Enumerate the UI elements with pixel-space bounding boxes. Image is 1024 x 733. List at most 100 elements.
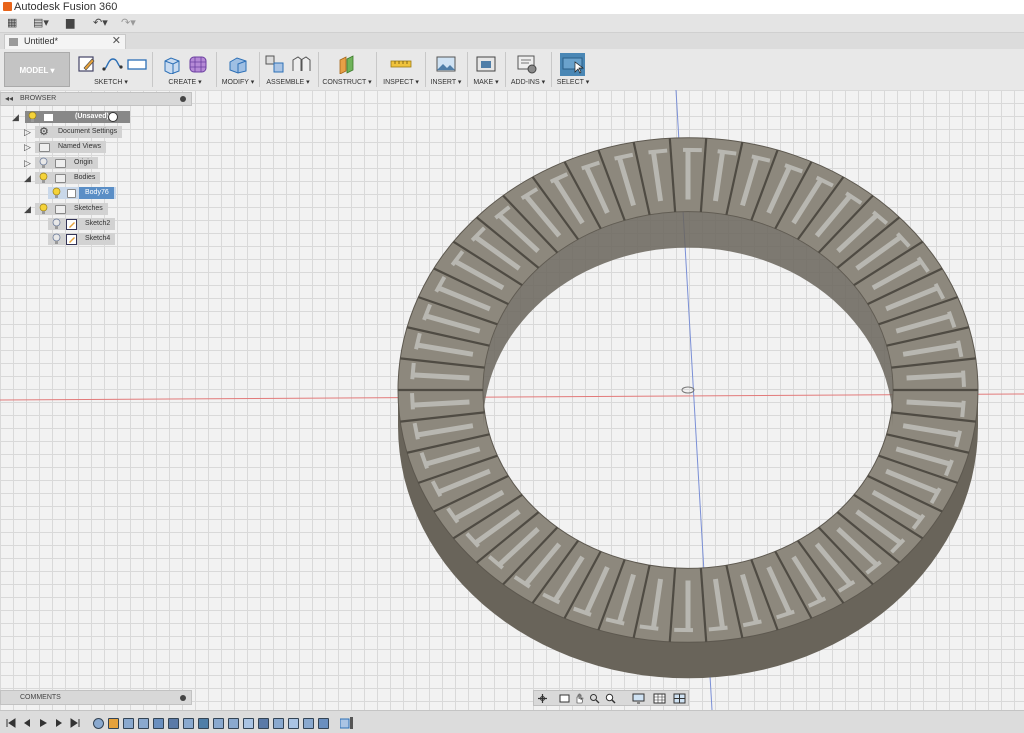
expand-triangle-icon[interactable]: ▷ xyxy=(24,126,33,139)
modify-group[interactable]: MODIFY ▾ xyxy=(220,50,256,89)
step-back-icon[interactable] xyxy=(21,717,33,729)
timeline-feature-icon[interactable] xyxy=(288,718,299,729)
3d-print-icon[interactable] xyxy=(475,54,497,74)
grid-settings-icon[interactable] xyxy=(653,693,666,704)
timeline-feature-icon[interactable] xyxy=(228,718,239,729)
close-tab-icon[interactable]: ✕ xyxy=(112,35,121,48)
timeline-feature-icon[interactable] xyxy=(138,718,149,729)
sketch-label: SKETCH xyxy=(94,79,123,86)
zoom-window-icon[interactable] xyxy=(589,693,600,704)
display-settings-icon[interactable] xyxy=(632,693,645,704)
extrude-icon[interactable] xyxy=(161,54,183,74)
collapse-browser-icon[interactable]: ◂◂ xyxy=(5,93,13,105)
timeline-feature-icon[interactable] xyxy=(303,718,314,729)
viewports-icon[interactable] xyxy=(673,693,686,704)
title-bar: Autodesk Fusion 360 xyxy=(0,0,1024,14)
timeline-feature-icon[interactable] xyxy=(258,718,269,729)
lightbulb-icon[interactable] xyxy=(27,111,38,123)
select-group[interactable]: SELECT ▾ xyxy=(554,50,592,89)
sketch-group[interactable]: SKETCH ▾ xyxy=(74,50,148,89)
go-to-start-icon[interactable] xyxy=(5,717,17,729)
timeline-feature-icon[interactable] xyxy=(213,718,224,729)
timeline-feature-icon[interactable] xyxy=(168,718,179,729)
timeline-feature-icon[interactable] xyxy=(198,718,209,729)
expand-triangle-icon[interactable]: ◢ xyxy=(12,111,21,124)
timeline-feature-icon[interactable] xyxy=(183,718,194,729)
orbit-icon[interactable] xyxy=(537,693,548,704)
go-to-end-icon[interactable] xyxy=(69,717,81,729)
slot-bend xyxy=(639,624,659,631)
browser-panel-header[interactable]: ◂◂ BROWSER xyxy=(0,92,192,106)
inspect-group[interactable]: INSPECT ▾ xyxy=(380,50,422,89)
model-scene[interactable] xyxy=(0,90,1024,710)
lightbulb-icon[interactable] xyxy=(38,203,49,215)
insert-group[interactable]: INSERT ▾ xyxy=(428,50,464,89)
tree-row-body76[interactable]: Body76 xyxy=(48,187,118,200)
create-sketch-icon[interactable] xyxy=(76,54,98,74)
press-pull-icon[interactable] xyxy=(227,54,249,74)
look-at-icon[interactable] xyxy=(559,693,570,704)
comments-pin-icon[interactable] xyxy=(180,695,186,701)
apps-grid-icon[interactable]: ▦ xyxy=(7,16,17,31)
rectangle-tool-icon[interactable] xyxy=(126,54,148,74)
play-icon[interactable] xyxy=(37,717,49,729)
pan-hand-icon[interactable] xyxy=(574,693,585,704)
timeline-feature-icon[interactable] xyxy=(318,718,329,729)
line-tool-icon[interactable] xyxy=(101,54,123,74)
timeline-feature-icon[interactable] xyxy=(243,718,254,729)
body76-label[interactable]: Body76 xyxy=(79,187,114,199)
comments-panel-header[interactable]: COMMENTS xyxy=(0,690,192,705)
scripts-addins-icon[interactable] xyxy=(516,54,538,74)
lightbulb-off-icon[interactable] xyxy=(51,218,62,230)
timeline-feature-icon[interactable] xyxy=(108,718,119,729)
tree-row-sketches[interactable]: ◢ Sketches xyxy=(24,203,114,216)
tree-root-row[interactable]: ◢ (Unsaved) xyxy=(12,111,130,124)
tree-row-origin[interactable]: ▷ Origin xyxy=(24,157,104,170)
zoom-icon[interactable] xyxy=(605,693,616,704)
lightbulb-off-icon[interactable] xyxy=(38,157,49,169)
tree-row-sketch2[interactable]: Sketch2 xyxy=(48,218,118,231)
measure-icon[interactable] xyxy=(390,54,412,74)
toolbar-divider xyxy=(376,52,377,87)
tree-row-sketch4[interactable]: Sketch4 xyxy=(48,233,118,246)
document-tab[interactable]: Untitled* ✕ xyxy=(4,34,126,49)
activate-radio-icon[interactable] xyxy=(108,112,118,122)
slot-bend xyxy=(648,148,668,155)
collapse-triangle-icon[interactable]: ◢ xyxy=(24,172,33,185)
expand-triangle-icon[interactable]: ▷ xyxy=(24,157,33,170)
undo-icon[interactable]: ↶▾ xyxy=(93,16,108,31)
new-component-icon[interactable] xyxy=(264,54,286,74)
make-group[interactable]: MAKE ▾ xyxy=(470,50,502,89)
canvas-viewport[interactable] xyxy=(0,90,1024,710)
assemble-group[interactable]: ASSEMBLE ▾ xyxy=(262,50,314,89)
tree-row-document-settings[interactable]: ▷ Document Settings ⚙ xyxy=(24,126,124,139)
joint-icon[interactable] xyxy=(290,54,312,74)
form-tool-icon[interactable] xyxy=(187,54,209,74)
create-group[interactable]: CREATE ▾ xyxy=(158,50,212,89)
document-tab-bar: Untitled* ✕ xyxy=(0,33,1024,49)
redo-icon[interactable]: ↷▾ xyxy=(121,16,136,31)
timeline-feature-icon[interactable] xyxy=(153,718,164,729)
timeline-marker-icon[interactable] xyxy=(340,717,354,729)
browser-pin-icon[interactable] xyxy=(180,96,186,102)
step-forward-icon[interactable] xyxy=(53,717,65,729)
expand-triangle-icon[interactable]: ▷ xyxy=(24,141,33,154)
select-tool-icon[interactable] xyxy=(560,53,585,76)
lightbulb-icon[interactable] xyxy=(38,172,49,184)
add-ins-group[interactable]: ADD-INS ▾ xyxy=(508,50,548,89)
save-icon[interactable]: ▆ xyxy=(66,16,74,31)
workspace-switcher[interactable]: MODEL ▾ xyxy=(4,52,70,87)
collapse-triangle-icon[interactable]: ◢ xyxy=(24,203,33,216)
construct-group[interactable]: CONSTRUCT ▾ xyxy=(322,50,372,89)
insert-image-icon[interactable] xyxy=(435,54,457,74)
lightbulb-off-icon[interactable] xyxy=(51,233,62,245)
file-menu-icon[interactable]: ▤▾ xyxy=(33,16,49,31)
tree-row-named-views[interactable]: ▷ Named Views xyxy=(24,141,114,154)
lightbulb-icon[interactable] xyxy=(51,187,62,199)
offset-plane-icon[interactable] xyxy=(336,54,358,74)
tree-row-bodies[interactable]: ◢ Bodies xyxy=(24,172,104,185)
timeline-feature-icon[interactable] xyxy=(123,718,134,729)
body76-ring-model[interactable] xyxy=(397,137,979,679)
timeline-feature-icon[interactable] xyxy=(273,718,284,729)
timeline-feature-icon[interactable] xyxy=(93,718,104,729)
